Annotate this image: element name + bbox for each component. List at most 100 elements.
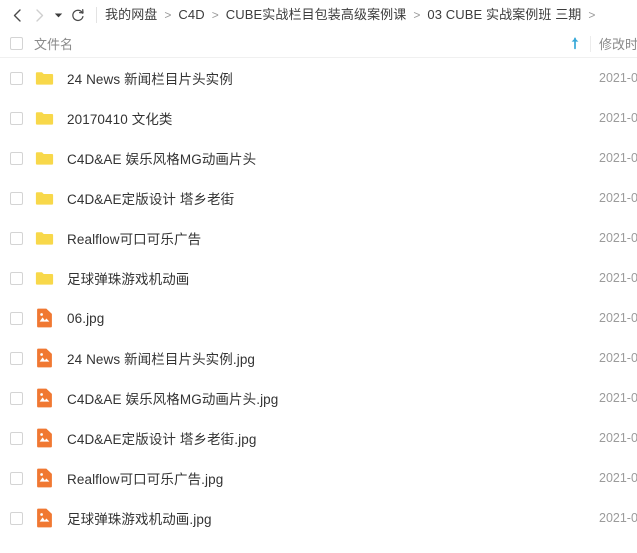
history-dropdown-button[interactable] [50,4,66,26]
column-header-filename[interactable]: 文件名 [30,34,560,53]
navigation-toolbar: 我的网盘 > C4D > CUBE实战栏目包装高级案例课 > 03 CUBE 实… [0,0,637,30]
refresh-button[interactable] [66,4,90,26]
file-row[interactable]: 足球弹珠游戏机动画 2021-0 [0,258,637,298]
file-name-label[interactable]: C4D&AE 娱乐风格MG动画片头.jpg [58,388,560,408]
folder-icon [35,152,53,165]
image-file-icon-cell [30,348,58,368]
file-modified-time: 2021-0 [599,111,637,125]
image-file-icon [36,348,52,368]
chevron-left-icon [13,8,21,22]
file-list: 24 News 新闻栏目片头实例 2021-0 20170410 文化类 2021-0… [0,58,637,538]
refresh-icon [72,8,84,22]
file-modified-time: 2021-0 [599,471,637,485]
file-row[interactable]: 06.jpg 2021-0 [0,298,637,338]
row-select-cell[interactable] [0,71,30,85]
breadcrumb-separator: > [413,8,421,22]
image-file-icon-cell [30,428,58,448]
back-button[interactable] [6,4,28,26]
file-name-label[interactable]: 20170410 文化类 [58,108,560,128]
file-row[interactable]: C4D&AE定版设计 塔乡老街.jpg 2021-0 [0,418,637,458]
row-checkbox[interactable] [9,311,23,325]
row-select-cell[interactable] [0,231,30,245]
image-file-icon-cell [30,508,58,528]
file-modified-time: 2021-0 [599,151,637,165]
row-checkbox[interactable] [9,351,23,365]
breadcrumb-item-course[interactable]: CUBE实战栏目包装高级案例课 [226,5,407,25]
row-checkbox[interactable] [9,111,23,125]
chevron-right-icon [35,8,43,22]
row-checkbox[interactable] [9,271,23,285]
row-checkbox[interactable] [9,511,23,525]
row-select-cell[interactable] [0,431,30,445]
file-modified-time: 2021-0 [599,391,637,405]
image-file-icon [36,508,52,528]
file-row[interactable]: C4D&AE 娱乐风格MG动画片头.jpg 2021-0 [0,378,637,418]
breadcrumb-item-root[interactable]: 我的网盘 [105,5,157,25]
row-checkbox[interactable] [9,151,23,165]
file-row[interactable]: 20170410 文化类 2021-0 [0,98,637,138]
image-file-icon [36,308,52,328]
row-select-cell[interactable] [0,151,30,165]
file-modified-time: 2021-0 [599,351,637,365]
file-row[interactable]: Realflow可口可乐广告.jpg 2021-0 [0,458,637,498]
file-modified-time: 2021-0 [599,231,637,245]
row-checkbox[interactable] [9,191,23,205]
row-checkbox[interactable] [9,471,23,485]
row-select-cell[interactable] [0,351,30,365]
image-file-icon [36,388,52,408]
file-name-label[interactable]: 足球弹珠游戏机动画 [58,268,560,288]
row-select-cell[interactable] [0,271,30,285]
file-name-label[interactable]: 06.jpg [58,311,560,326]
row-select-cell[interactable] [0,111,30,125]
row-select-cell[interactable] [0,311,30,325]
folder-icon-cell [30,270,58,286]
image-file-icon-cell [30,468,58,488]
row-checkbox[interactable] [9,71,23,85]
file-row[interactable]: C4D&AE定版设计 塔乡老街 2021-0 [0,178,637,218]
folder-icon-cell [30,230,58,246]
file-name-label[interactable]: Realflow可口可乐广告 [58,228,560,248]
file-modified-time: 2021-0 [599,511,637,525]
file-name-label[interactable]: C4D&AE定版设计 塔乡老街 [58,188,560,208]
breadcrumb: 我的网盘 > C4D > CUBE实战栏目包装高级案例课 > 03 CUBE 实… [105,5,637,25]
sort-ascending-arrow-icon [571,37,579,50]
folder-icon [35,232,53,245]
forward-button[interactable] [28,4,50,26]
file-row[interactable]: Realflow可口可乐广告 2021-0 [0,218,637,258]
breadcrumb-item-c4d[interactable]: C4D [178,5,204,25]
row-select-cell[interactable] [0,511,30,525]
folder-icon [35,112,53,125]
column-header-modified-time[interactable]: 修改时间 [591,34,637,53]
file-name-label[interactable]: 24 News 新闻栏目片头实例 [58,68,560,88]
sort-direction-button[interactable] [560,37,590,50]
select-all-cell[interactable] [0,37,30,50]
row-checkbox[interactable] [9,431,23,445]
file-modified-time: 2021-0 [599,71,637,85]
file-row[interactable]: C4D&AE 娱乐风格MG动画片头 2021-0 [0,138,637,178]
file-name-label[interactable]: 足球弹珠游戏机动画.jpg [58,508,560,528]
image-file-icon-cell [30,388,58,408]
file-modified-time: 2021-0 [599,311,637,325]
breadcrumb-separator: > [211,8,219,22]
file-name-label[interactable]: Realflow可口可乐广告.jpg [58,468,560,488]
image-file-icon-cell [30,308,58,328]
file-name-label[interactable]: C4D&AE 娱乐风格MG动画片头 [58,148,560,168]
file-manager-window: 我的网盘 > C4D > CUBE实战栏目包装高级案例课 > 03 CUBE 实… [0,0,637,553]
select-all-checkbox[interactable] [9,37,23,50]
breadcrumb-item-current[interactable]: 03 CUBE 实战案例班 三期 [427,5,581,25]
row-checkbox[interactable] [9,391,23,405]
row-select-cell[interactable] [0,191,30,205]
file-name-label[interactable]: 24 News 新闻栏目片头实例.jpg [58,348,560,368]
breadcrumb-separator-trailing: > [588,8,596,22]
folder-icon [35,192,53,205]
row-select-cell[interactable] [0,391,30,405]
row-checkbox[interactable] [9,231,23,245]
row-select-cell[interactable] [0,471,30,485]
file-row[interactable]: 足球弹珠游戏机动画.jpg 2021-0 [0,498,637,538]
folder-icon-cell [30,70,58,86]
file-row[interactable]: 24 News 新闻栏目片头实例 2021-0 [0,58,637,98]
file-modified-time: 2021-0 [599,191,637,205]
file-row[interactable]: 24 News 新闻栏目片头实例.jpg 2021-0 [0,338,637,378]
file-name-label[interactable]: C4D&AE定版设计 塔乡老街.jpg [58,428,560,448]
folder-icon [35,72,53,85]
